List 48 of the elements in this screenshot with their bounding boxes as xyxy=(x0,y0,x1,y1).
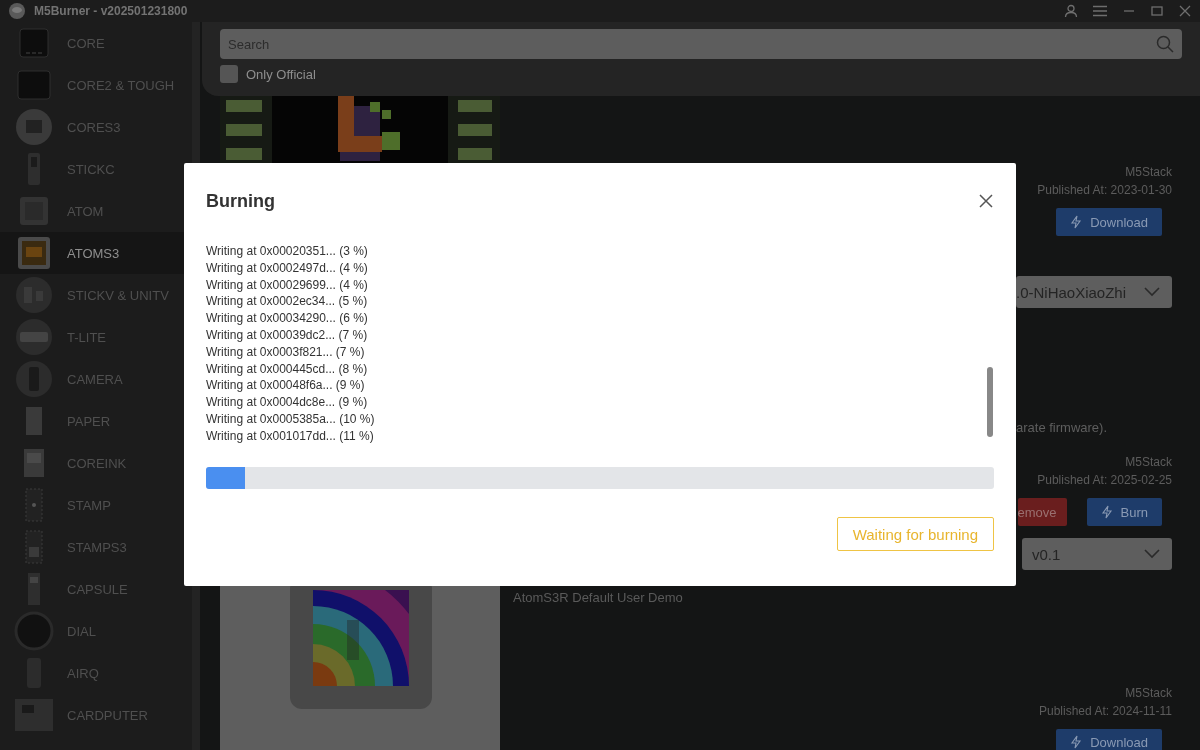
lightning-icon xyxy=(1100,505,1113,519)
chevron-down-icon xyxy=(1144,549,1160,559)
log-line: Writing at 0x00039dc2... (7 %) xyxy=(206,327,369,344)
burn-button[interactable]: Burn xyxy=(1086,498,1162,526)
download-button[interactable]: Download xyxy=(1056,208,1162,236)
app-logo-icon xyxy=(8,2,26,20)
lightning-icon xyxy=(1070,215,1083,229)
firmware-title: AtomS3R Default User Demo xyxy=(513,590,684,605)
version-dropdown[interactable]: v0.1 xyxy=(1022,538,1172,570)
device-icon xyxy=(14,611,54,651)
log-line: Writing at 0x00034290... (6 %) xyxy=(206,310,369,327)
checkbox[interactable] xyxy=(220,65,238,83)
dialog-title: Burning xyxy=(206,190,275,212)
publish-date: Published At: 2025-02-25 xyxy=(1037,472,1172,489)
version-dropdown[interactable]: .0-NiHaoXiaoZhi xyxy=(1016,276,1172,308)
chevron-down-icon xyxy=(1144,287,1160,297)
log-line: Writing at 0x00048f6a... (9 %) xyxy=(206,377,366,395)
window-title: M5Burner - v202501231800 xyxy=(34,4,188,18)
firmware-description: arate firmware). xyxy=(1016,420,1108,435)
author-name: M5Stack xyxy=(1125,164,1172,181)
remove-button[interactable]: emove xyxy=(1017,498,1067,526)
author-name: M5Stack xyxy=(1125,685,1172,702)
log-line: Writing at 0x0002497d... (4 %) xyxy=(206,259,369,277)
log-line: Writing at 0x0003f821... (7 %) xyxy=(206,343,366,361)
log-line: Writing at 0x00029699... (4 %) xyxy=(206,276,369,294)
publish-date: Published At: 2023-01-30 xyxy=(1037,182,1172,199)
search-icon[interactable] xyxy=(1156,35,1174,53)
log-line: Writing at 0x0005385a... (10 %) xyxy=(206,410,376,428)
device-icon xyxy=(14,317,54,357)
scrollbar-thumb[interactable] xyxy=(987,367,993,437)
device-icon xyxy=(14,275,54,315)
log-line: Writing at 0x0002ec34... (5 %) xyxy=(206,293,369,311)
log-line: Writing at 0x00020351... (3 %) xyxy=(206,243,369,260)
publish-date: Published At: 2024-11-11 xyxy=(1039,703,1172,720)
close-icon[interactable] xyxy=(1178,4,1192,18)
menu-icon[interactable] xyxy=(1092,4,1108,18)
log-line: Writing at 0x001017dd... (11 %) xyxy=(206,427,375,445)
device-icon xyxy=(14,107,54,147)
log-line: Writing at 0x0004dc8e... (9 %) xyxy=(206,394,369,411)
lightning-icon xyxy=(1070,735,1083,749)
user-icon[interactable] xyxy=(1064,4,1078,18)
author-name: M5Stack xyxy=(1125,454,1172,471)
download-button[interactable]: Download xyxy=(1056,729,1162,750)
close-icon[interactable] xyxy=(978,193,994,209)
waiting-button[interactable]: Waiting for burning xyxy=(836,517,994,551)
log-line: Writing at 0x000445cd... (8 %) xyxy=(206,360,369,378)
maximize-icon[interactable] xyxy=(1150,4,1164,18)
checkbox-label: Only Official xyxy=(246,66,316,82)
